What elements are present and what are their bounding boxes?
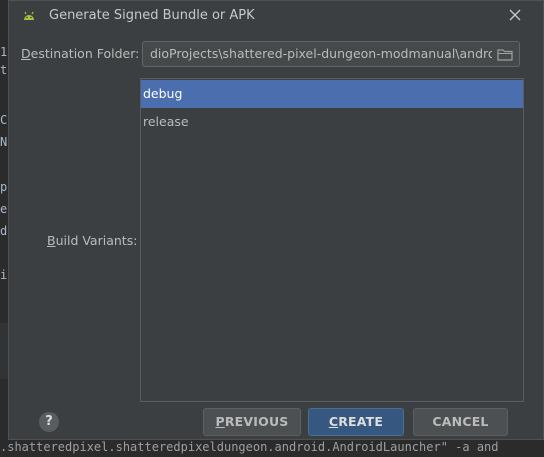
- dialog-title: Generate Signed Bundle or APK: [49, 8, 255, 23]
- editor-code-line: .shatteredpixel.shatteredpixeldungeon.an…: [0, 437, 544, 457]
- editor-code-char: i: [0, 268, 8, 282]
- editor-code-char: e: [0, 202, 8, 216]
- close-icon[interactable]: [507, 7, 523, 23]
- destination-folder-label: Destination Folder:: [21, 46, 140, 61]
- build-variants-label: Build Variants:: [47, 233, 138, 248]
- cancel-button[interactable]: CANCEL: [413, 408, 508, 436]
- editor-code-char: d: [0, 224, 8, 238]
- editor-code-char: p: [0, 180, 8, 194]
- variant-item-release[interactable]: release: [141, 108, 523, 136]
- folder-icon[interactable]: [497, 48, 513, 61]
- editor-code-char: C: [0, 113, 8, 127]
- variant-item-debug[interactable]: debug: [141, 80, 523, 108]
- dialog-titlebar: Generate Signed Bundle or APK: [9, 1, 543, 31]
- editor-code-char: t: [0, 63, 8, 77]
- build-variants-list[interactable]: debug release: [140, 78, 524, 402]
- editor-code-char: 1: [0, 45, 8, 59]
- destination-folder-field[interactable]: dioProjects\shattered-pixel-dungeon-modm…: [142, 41, 520, 67]
- destination-folder-value[interactable]: dioProjects\shattered-pixel-dungeon-modm…: [150, 46, 492, 61]
- generate-signed-bundle-dialog: Generate Signed Bundle or APK Destinatio…: [8, 0, 544, 440]
- editor-code-char: N: [0, 135, 8, 149]
- create-button[interactable]: CREATE: [308, 408, 404, 436]
- android-icon: [24, 11, 34, 20]
- help-button[interactable]: ?: [39, 412, 59, 432]
- previous-button[interactable]: PREVIOUS: [203, 408, 301, 436]
